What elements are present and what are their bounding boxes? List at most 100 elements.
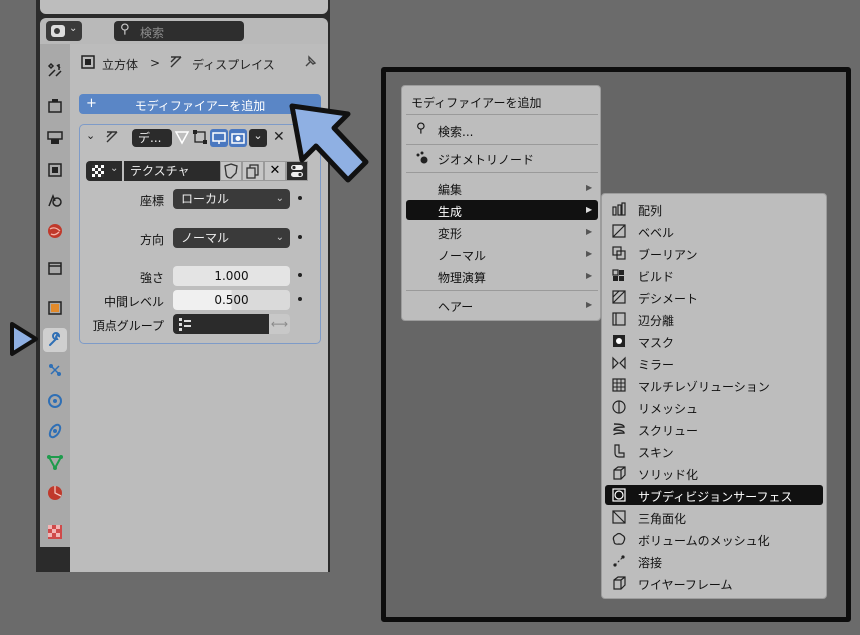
submenu-item[interactable]: 辺分離 xyxy=(605,309,823,329)
top-strip xyxy=(40,0,328,14)
direction-value: ノーマル xyxy=(181,231,230,245)
menu-item-physics[interactable]: 物理演算 ▶ xyxy=(406,266,598,286)
menu-item-edit[interactable]: 編集 ▶ xyxy=(406,178,598,198)
add-modifier-button[interactable]: + モディファイアーを追加 xyxy=(79,94,321,114)
displace-icon xyxy=(168,54,184,73)
submenu-item-label: ソリッド化 xyxy=(638,468,699,482)
menu-search-item[interactable]: ⚲ 検索... xyxy=(406,120,598,140)
submenu-item-label: ミラー xyxy=(638,358,675,372)
menu-divider xyxy=(406,290,598,291)
submenu-item-label: ビルド xyxy=(638,270,675,284)
modifier-name-field[interactable]: デ... xyxy=(132,129,172,147)
submenu-item[interactable]: 溶接 xyxy=(605,551,823,571)
submenu-item-label: 辺分離 xyxy=(638,314,675,328)
on-cage-icon[interactable] xyxy=(174,129,190,147)
submenu-item-label: リメッシュ xyxy=(638,402,699,416)
tab-material[interactable] xyxy=(43,481,67,505)
duplicate-texture-button[interactable] xyxy=(242,161,264,181)
pin-icon[interactable] xyxy=(302,54,318,73)
search-input[interactable]: ⚲ 検索 xyxy=(114,21,244,41)
midlevel-slider[interactable]: 0.500 xyxy=(173,290,290,310)
texture-browse-button[interactable]: ⌄ xyxy=(86,161,122,181)
tab-view-layer[interactable] xyxy=(43,158,67,182)
menu-item-generate[interactable]: 生成 ▶ xyxy=(406,200,598,220)
decimate-icon xyxy=(611,289,627,305)
tab-world[interactable] xyxy=(43,219,67,243)
vertex-group-label: 頂点グループ xyxy=(92,319,164,333)
tab-object[interactable] xyxy=(43,296,67,320)
tab-collection[interactable] xyxy=(43,256,67,280)
menu-item-hair[interactable]: ヘアー ▶ xyxy=(406,295,598,315)
keyframe-dot-icon[interactable] xyxy=(298,273,302,277)
submenu-item[interactable]: 配列 xyxy=(605,199,823,219)
coordinates-value: ローカル xyxy=(181,192,230,206)
weld-icon xyxy=(611,553,627,569)
submenu-item[interactable]: サブディビジョンサーフェス xyxy=(605,485,823,505)
submenu-item[interactable]: 三角面化 xyxy=(605,507,823,527)
collapse-chevron-icon[interactable]: ⌄ xyxy=(86,129,98,147)
tab-render[interactable] xyxy=(43,94,67,118)
submenu-item[interactable]: ブーリアン xyxy=(605,243,823,263)
vertex-group-row: 頂点グループ ⟷ xyxy=(80,314,320,334)
submenu-item[interactable]: ビルド xyxy=(605,265,823,285)
coordinates-dropdown[interactable]: ローカル ⌄ xyxy=(173,189,290,209)
submenu-item[interactable]: スクリュー xyxy=(605,419,823,439)
direction-dropdown[interactable]: ノーマル ⌄ xyxy=(173,228,290,248)
editor-type-button[interactable]: ⌄ xyxy=(46,21,82,41)
tab-modifiers[interactable] xyxy=(43,328,67,352)
tab-physics[interactable] xyxy=(43,389,67,413)
breadcrumb-modifier: ディスプレイス xyxy=(192,58,275,72)
keyframe-dot-icon[interactable] xyxy=(298,297,302,301)
menu-title: モディファイアーを追加 xyxy=(411,96,542,110)
submenu-item[interactable]: ワイヤーフレーム xyxy=(605,573,823,593)
properties-header: ⌄ ⚲ 検索 xyxy=(40,18,328,44)
keyframe-dot-icon[interactable] xyxy=(298,235,302,239)
submenu-item[interactable]: マスク xyxy=(605,331,823,351)
menu-item-geometry-nodes[interactable]: ジオメトリノード xyxy=(406,148,598,168)
tab-texture[interactable] xyxy=(43,520,67,544)
subsurf-icon xyxy=(611,487,627,503)
add-modifier-menu: モディファイアーを追加 ⚲ 検索... ジオメトリノード 編集 ▶ 生成 ▶ 変… xyxy=(401,85,601,321)
strength-field[interactable]: 1.000 xyxy=(173,266,290,286)
submenu-item[interactable]: ベベル xyxy=(605,221,823,241)
render-camera-icon[interactable] xyxy=(229,129,247,147)
texture-name-field[interactable]: テクスチャ xyxy=(124,161,220,181)
pointer-triangle-icon xyxy=(10,322,38,356)
realtime-display-icon[interactable] xyxy=(210,129,228,147)
tab-tool[interactable] xyxy=(43,58,67,82)
tab-particles[interactable] xyxy=(43,358,67,382)
menu-item-deform[interactable]: 変形 ▶ xyxy=(406,222,598,242)
strength-row: 強さ 1.000 xyxy=(80,266,320,286)
submenu-item[interactable]: スキン xyxy=(605,441,823,461)
submenu-item-label: スキン xyxy=(638,446,674,460)
tab-constraints[interactable] xyxy=(43,419,67,443)
submenu-item[interactable]: ソリッド化 xyxy=(605,463,823,483)
submenu-item[interactable]: ミラー xyxy=(605,353,823,373)
tab-data[interactable] xyxy=(43,450,67,474)
submenu-item-label: マスク xyxy=(638,336,675,350)
unlink-texture-button[interactable]: ✕ xyxy=(264,161,286,181)
constraints-icon xyxy=(48,423,62,439)
close-icon[interactable]: ✕ xyxy=(273,129,287,147)
modifier-menu-chevron-icon[interactable]: ⌄ xyxy=(249,129,267,147)
coordinates-label: 座標 xyxy=(139,194,164,208)
tab-scene[interactable] xyxy=(43,188,67,212)
submenu-item[interactable]: デシメート xyxy=(605,287,823,307)
submenu-item[interactable]: マルチレゾリューション xyxy=(605,375,823,395)
menu-item-label: 生成 xyxy=(438,205,463,219)
keyframe-dot-icon[interactable] xyxy=(298,196,302,200)
edge-split-icon xyxy=(611,311,627,327)
menu-item-normal[interactable]: ノーマル ▶ xyxy=(406,244,598,264)
vertex-group-field[interactable] xyxy=(173,314,269,334)
edit-mode-icon[interactable] xyxy=(192,129,208,147)
invert-vertex-group-button[interactable]: ⟷ xyxy=(269,314,290,334)
fake-user-shield-button[interactable] xyxy=(220,161,242,181)
submenu-item[interactable]: リメッシュ xyxy=(605,397,823,417)
render-icon xyxy=(48,99,62,113)
remesh-icon xyxy=(611,399,627,415)
tab-output[interactable] xyxy=(43,126,67,150)
submenu-arrow-icon: ▶ xyxy=(586,249,593,258)
multires-icon xyxy=(611,377,627,393)
particles-icon xyxy=(49,364,61,376)
submenu-item[interactable]: ボリュームのメッシュ化 xyxy=(605,529,823,549)
